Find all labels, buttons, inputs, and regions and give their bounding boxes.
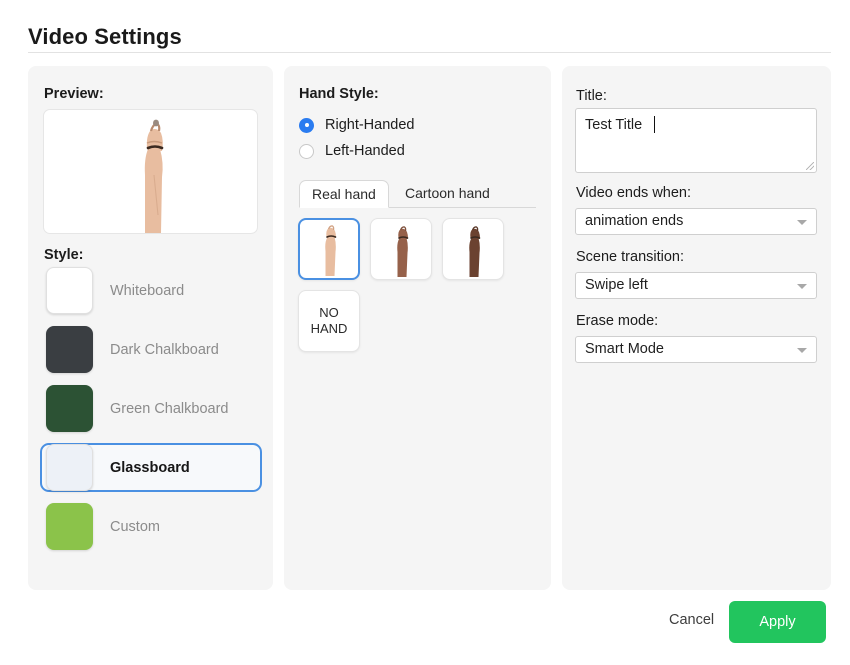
preview-panel: Preview: Style: Whiteboard Dark Chalkboar… (28, 66, 273, 590)
style-option-row[interactable]: Glassboard (40, 443, 262, 492)
no-hand-label: NO HAND (299, 291, 359, 351)
scene-transition-select[interactable]: Swipe left (575, 272, 817, 299)
preview-hand-illustration (144, 119, 163, 233)
no-hand-line-1: NO (319, 304, 339, 320)
style-color-swatch (46, 503, 93, 550)
radio-icon[interactable] (299, 117, 314, 133)
chevron-down-icon (797, 220, 807, 225)
chevron-down-icon (797, 348, 807, 353)
erase-mode-value: Smart Mode (585, 341, 664, 357)
style-list: Whiteboard Dark Chalkboard Green Chalkboar… (40, 266, 262, 561)
handedness-radio-group: Right-Handed Left-Handed (299, 112, 414, 164)
cancel-button[interactable]: Cancel (669, 612, 714, 628)
tab-real-hand[interactable]: Real hand (299, 180, 389, 208)
style-option-label: Custom (110, 518, 160, 535)
no-hand-option-tile[interactable]: NO HAND (298, 290, 360, 352)
style-option-row[interactable]: Custom (40, 502, 262, 551)
options-panel: Title: Test Title Video ends when: anima… (562, 66, 831, 590)
style-option-row[interactable]: Green Chalkboard (40, 384, 262, 433)
video-ends-select[interactable]: animation ends (575, 208, 817, 235)
hand-thumbnail-illustration (397, 226, 409, 277)
preview-canvas (43, 109, 258, 234)
erase-mode-select[interactable]: Smart Mode (575, 336, 817, 363)
style-option-label: Green Chalkboard (110, 400, 229, 417)
style-heading: Style: (44, 247, 84, 263)
header-divider (28, 52, 831, 53)
handedness-label: Right-Handed (325, 117, 415, 133)
scene-transition-value: Swipe left (585, 277, 648, 293)
handedness-radio-right[interactable]: Right-Handed (299, 112, 414, 138)
erase-mode-label: Erase mode: (576, 313, 659, 329)
hand-option-grid: NO HAND (298, 218, 538, 352)
radio-icon[interactable] (299, 143, 314, 159)
apply-button[interactable]: Apply (729, 601, 826, 643)
preview-heading: Preview: (44, 86, 104, 102)
handedness-label: Left-Handed (325, 143, 405, 159)
hand-option-tile[interactable] (370, 218, 432, 280)
hand-style-panel: Hand Style: Right-Handed Left-Handed Real… (284, 66, 551, 590)
textarea-resize-handle[interactable] (806, 162, 814, 170)
no-hand-line-2: HAND (310, 321, 348, 336)
hand-type-tabs: Real hand Cartoon hand (299, 180, 536, 208)
title-input[interactable]: Test Title (575, 108, 817, 173)
hand-option-tile[interactable] (298, 218, 360, 280)
page-title: Video Settings (28, 24, 182, 49)
style-option-label: Dark Chalkboard (110, 341, 219, 358)
style-option-label: Glassboard (110, 459, 190, 476)
style-color-swatch (46, 267, 93, 314)
hand-thumbnail-illustration (469, 226, 481, 277)
video-ends-label: Video ends when: (576, 185, 692, 201)
style-color-swatch (46, 444, 93, 491)
hand-style-heading: Hand Style: (299, 86, 379, 102)
style-option-row[interactable]: Whiteboard (40, 266, 262, 315)
text-caret (654, 116, 655, 133)
style-option-row[interactable]: Dark Chalkboard (40, 325, 262, 374)
hand-option-tile[interactable] (442, 218, 504, 280)
style-color-swatch (46, 385, 93, 432)
video-ends-value: animation ends (585, 213, 684, 229)
style-option-label: Whiteboard (110, 282, 185, 299)
handedness-radio-left[interactable]: Left-Handed (299, 138, 414, 164)
video-settings-dialog: Video Settings Preview: Style: Whiteboar… (0, 0, 850, 665)
chevron-down-icon (797, 284, 807, 289)
hand-thumbnail-illustration (325, 225, 337, 276)
tab-cartoon-hand[interactable]: Cartoon hand (393, 180, 502, 208)
scene-transition-label: Scene transition: (576, 249, 685, 265)
style-color-swatch (46, 326, 93, 373)
title-label: Title: (576, 88, 607, 104)
title-input-value: Test Title (585, 117, 643, 133)
